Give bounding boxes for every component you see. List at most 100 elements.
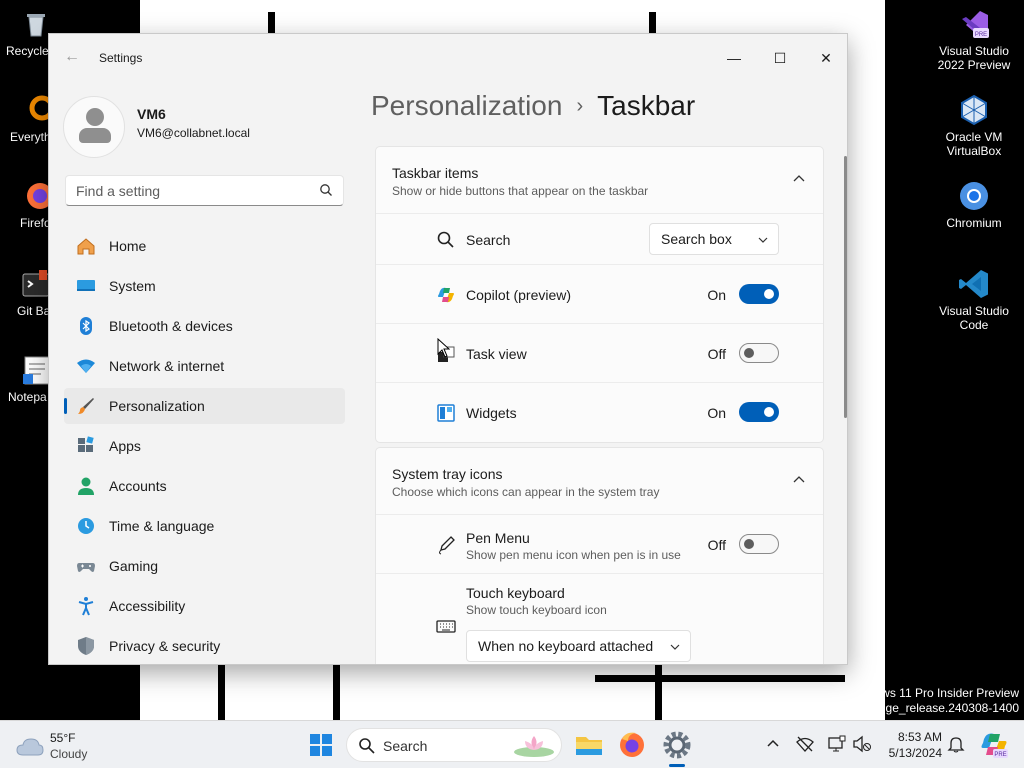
chevron-up-icon[interactable] [793, 474, 805, 486]
setting-row-widgets: Widgets On [376, 383, 823, 442]
system-icon [77, 280, 95, 291]
file-explorer-icon[interactable] [573, 729, 605, 761]
clock-time: 8:53 AM [897, 730, 942, 744]
wallpaper-line [649, 12, 656, 34]
pen-menu-toggle[interactable] [739, 534, 779, 554]
sidebar-item-personalization[interactable]: Personalization [64, 388, 345, 424]
git-bash-icon [19, 268, 51, 300]
firefox-icon[interactable] [616, 729, 648, 761]
gaming-icon [77, 563, 95, 572]
sidebar-item-privacy[interactable]: Privacy & security [64, 628, 345, 664]
home-icon [77, 238, 95, 255]
virtualbox-icon [958, 94, 990, 126]
sidebar-item-label: Home [109, 238, 147, 254]
chevron-down-icon [670, 644, 680, 650]
sidebar-item-network[interactable]: Network & internet [64, 348, 345, 384]
sidebar-item-apps[interactable]: Apps [64, 428, 345, 464]
dropdown-value: Search box [661, 231, 732, 247]
running-app-indicator [669, 764, 685, 767]
section-header[interactable]: System tray icons Choose which icons can… [376, 448, 823, 515]
start-button[interactable] [305, 729, 337, 761]
setting-label: Copilot (preview) [466, 287, 572, 303]
speaker-muted-icon[interactable] [853, 735, 871, 753]
breadcrumb-parent[interactable]: Personalization [371, 90, 562, 121]
sidebar-item-label: Personalization [109, 398, 205, 414]
desktop-icon-label: Chromium [946, 216, 1002, 230]
vscode-icon [958, 268, 990, 300]
setting-description: Show pen menu icon when pen is in use [466, 548, 681, 562]
back-arrow-icon[interactable]: ← [63, 48, 81, 66]
desktop-icon-vscode[interactable]: Visual Studio Code [936, 268, 1012, 332]
sidebar-nav: Home System Bluetooth & devices Network … [64, 228, 345, 664]
setting-row-pen-menu: Pen Menu Show pen menu icon when pen is … [376, 515, 823, 574]
widgets-toggle[interactable] [739, 402, 779, 422]
display-icon[interactable] [828, 735, 846, 753]
search-mode-dropdown[interactable]: Search box [649, 223, 779, 255]
avatar-head-shape [86, 108, 104, 126]
network-disconnected-icon[interactable] [796, 735, 814, 753]
desktop-icon-label: Everyth [10, 130, 51, 144]
setting-row-search: Search Search box [376, 214, 823, 265]
copilot-icon[interactable]: PRE [978, 729, 1010, 761]
copilot-toggle[interactable] [739, 284, 779, 304]
weather-temperature: 55°F [50, 731, 76, 745]
system-clock[interactable]: 8:53 AM 5/13/2024 [889, 729, 942, 761]
maximize-button[interactable]: ☐ [757, 42, 803, 74]
desktop-icon-label: Git Ba [17, 304, 51, 318]
clock-date: 5/13/2024 [888, 746, 942, 760]
setting-label: Touch keyboard [466, 585, 565, 601]
touch-keyboard-dropdown[interactable]: When no keyboard attached [466, 630, 691, 662]
toggle-state-text: On [707, 405, 726, 421]
section-description: Show or hide buttons that appear on the … [392, 184, 649, 198]
sidebar-item-accounts[interactable]: Accounts [64, 468, 345, 504]
desktop-icon-visual-studio[interactable]: PRE Visual Studio 2022 Preview [936, 8, 1012, 72]
desktop-icon-label: Oracle VM VirtualBox [945, 130, 1003, 158]
desktop-icon-label: Recycle [6, 44, 49, 58]
title-bar[interactable]: ← Settings — ☐ ✕ [49, 34, 847, 82]
cloud-icon [16, 738, 44, 756]
wallpaper-line [218, 665, 225, 720]
accessibility-icon [78, 597, 94, 616]
section-header[interactable]: Taskbar items Show or hide buttons that … [376, 147, 823, 214]
toggle-knob [744, 539, 754, 549]
mouse-cursor-icon [437, 338, 450, 358]
taskbar-items-section: Taskbar items Show or hide buttons that … [375, 146, 824, 443]
visual-studio-icon: PRE [958, 8, 990, 40]
keyboard-icon [436, 620, 456, 633]
sidebar-item-label: Accounts [109, 478, 167, 494]
toggle-state-text: Off [707, 537, 726, 553]
chevron-up-icon[interactable] [764, 735, 782, 753]
settings-search-box[interactable] [65, 175, 344, 206]
toggle-knob [744, 348, 754, 358]
taskbar-search-box[interactable]: Search [346, 728, 562, 762]
sidebar-item-time-language[interactable]: Time & language [64, 508, 345, 544]
pen-icon [439, 536, 455, 555]
taskbar-search-label: Search [383, 738, 428, 754]
sidebar-item-bluetooth[interactable]: Bluetooth & devices [64, 308, 345, 344]
settings-gear-icon[interactable] [661, 729, 693, 761]
user-name: VM6 [137, 106, 166, 122]
chevron-up-icon[interactable] [793, 173, 805, 185]
desktop-icon-chromium[interactable]: Chromium [936, 180, 1012, 230]
notification-bell-icon[interactable] [947, 735, 965, 753]
sidebar-item-gaming[interactable]: Gaming [64, 548, 345, 584]
setting-row-copilot: Copilot (preview) On [376, 265, 823, 324]
search-input[interactable] [66, 176, 306, 205]
taskbar: 55°F Cloudy Search 8:53 AM 5/13/2024 PRE [0, 720, 1024, 768]
sidebar-item-label: Apps [109, 438, 141, 454]
minimize-button[interactable]: — [711, 42, 757, 74]
sidebar-item-accessibility[interactable]: Accessibility [64, 588, 345, 624]
close-button[interactable]: ✕ [803, 42, 847, 74]
desktop-icon-virtualbox[interactable]: Oracle VM VirtualBox [936, 94, 1012, 158]
task-view-toggle[interactable] [739, 343, 779, 363]
watermark-line: ows 11 Pro Insider Preview [874, 686, 1019, 700]
content-scrollbar[interactable] [844, 156, 847, 418]
wallpaper-line [595, 675, 845, 682]
accounts-icon [78, 477, 94, 495]
sidebar-item-home[interactable]: Home [64, 228, 345, 264]
sidebar-item-label: System [109, 278, 156, 294]
sidebar-item-system[interactable]: System [64, 268, 345, 304]
settings-content: Taskbar items Show or hide buttons that … [375, 146, 824, 664]
setting-label: Widgets [466, 405, 517, 421]
setting-label: Search [466, 232, 511, 248]
